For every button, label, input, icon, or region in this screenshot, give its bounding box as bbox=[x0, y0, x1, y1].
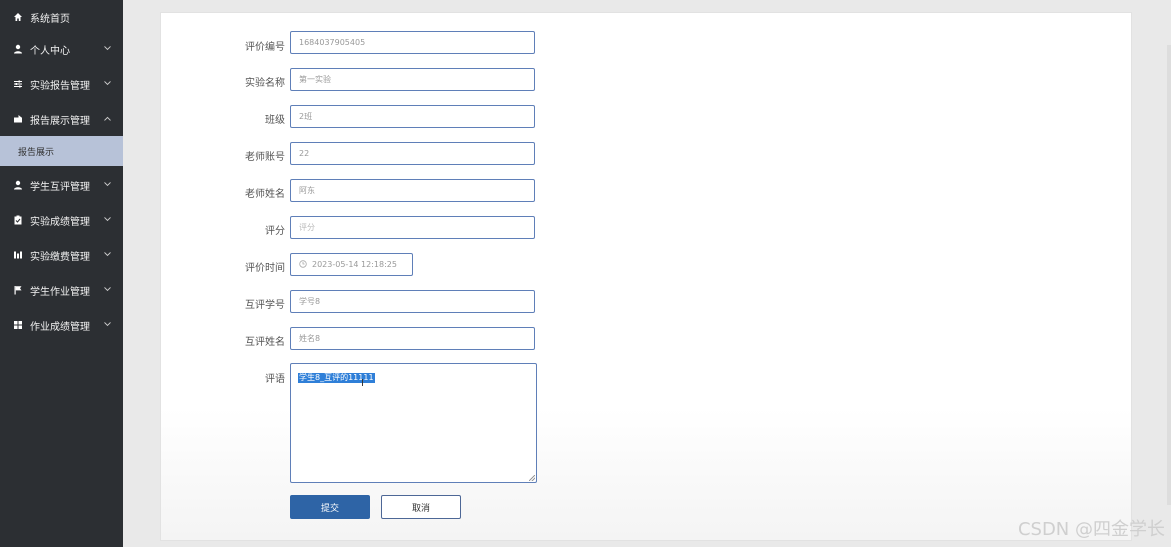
field-label-teacher-account: 老师账号 bbox=[245, 152, 285, 163]
field-label-peer-student-id: 互评学号 bbox=[245, 300, 285, 311]
field-label-review-id: 评价编号 bbox=[245, 42, 285, 53]
field-label-score: 评分 bbox=[265, 226, 285, 237]
sidebar-item-label: 系统首页 bbox=[30, 13, 70, 25]
field-label-teacher-name: 老师姓名 bbox=[245, 189, 285, 200]
field-label-peer-student-name: 互评姓名 bbox=[245, 337, 285, 348]
clock-icon bbox=[299, 259, 307, 270]
field-label-lab-name: 实验名称 bbox=[245, 78, 285, 89]
peer-student-id-field[interactable]: 学号8 bbox=[290, 290, 535, 313]
comment-textarea[interactable]: 学生8_互评的11111 I bbox=[290, 363, 537, 483]
watermark: CSDN @四金学长 bbox=[1017, 519, 1165, 540]
field-label-class: 班级 bbox=[265, 115, 285, 126]
review-id-field[interactable]: 1684037905405 bbox=[290, 31, 535, 54]
review-time-field[interactable]: 2023-05-14 12:18:25 bbox=[290, 253, 413, 276]
field-value: 22 bbox=[299, 149, 310, 158]
teacher-account-field[interactable]: 22 bbox=[290, 142, 535, 165]
grid-icon bbox=[13, 320, 23, 330]
chevron-down-icon bbox=[104, 284, 111, 295]
chevron-down-icon bbox=[104, 319, 111, 330]
resize-handle[interactable] bbox=[529, 475, 535, 481]
field-label-comment: 评语 bbox=[265, 374, 285, 385]
flag-icon bbox=[13, 285, 23, 295]
field-value: 学号8 bbox=[299, 297, 321, 306]
home-icon bbox=[13, 12, 23, 22]
cancel-button[interactable]: 取消 bbox=[381, 495, 461, 519]
sidebar-item-label: 作业成绩管理 bbox=[30, 321, 90, 333]
teacher-name-field[interactable]: 阿东 bbox=[290, 179, 535, 202]
score-field[interactable]: 评分 bbox=[290, 216, 535, 239]
field-value: 阿东 bbox=[299, 186, 315, 195]
scrollbar[interactable] bbox=[1167, 45, 1171, 505]
field-value: 1684037905405 bbox=[299, 38, 366, 47]
lab-name-field[interactable]: 第一实验 bbox=[290, 68, 535, 91]
field-value: 2班 bbox=[299, 112, 313, 121]
field-label-review-time: 评价时间 bbox=[245, 263, 285, 274]
submit-button[interactable]: 提交 bbox=[290, 495, 370, 519]
field-value: 第一实验 bbox=[299, 75, 331, 84]
field-value: 姓名8 bbox=[299, 334, 321, 343]
field-placeholder: 评分 bbox=[299, 223, 315, 232]
text-cursor-icon: I bbox=[361, 378, 364, 389]
peer-student-name-field[interactable]: 姓名8 bbox=[290, 327, 535, 350]
sidebar-item-home[interactable]: 系统首页 bbox=[0, 0, 123, 34]
field-value: 2023-05-14 12:18:25 bbox=[312, 260, 397, 269]
class-field[interactable]: 2班 bbox=[290, 105, 535, 128]
